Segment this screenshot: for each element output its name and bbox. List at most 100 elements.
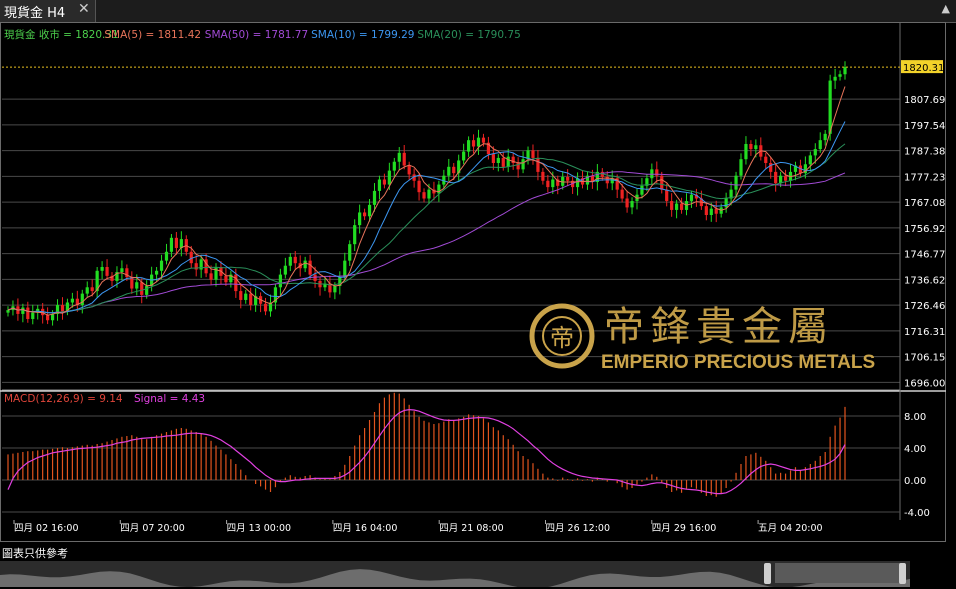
candle-body	[159, 260, 164, 271]
candle-body	[263, 303, 268, 312]
candle-body	[620, 189, 624, 199]
price-legend-item: SMA(5) = 1811.42	[104, 29, 201, 41]
candle-body	[447, 166, 451, 176]
scrollbar-overview	[0, 569, 910, 587]
candle-body	[362, 212, 367, 217]
emperio-logo-text: EMPERIO PRECIOUS METALS	[601, 352, 875, 373]
macd-legend-item: MACD(12,26,9) = 9.14	[4, 393, 123, 405]
candle-body	[105, 266, 109, 276]
candle-body	[521, 159, 525, 170]
last-price-label: 1820.31	[903, 63, 944, 74]
x-tick-label: 四月 29 16:00	[652, 523, 717, 534]
sma-50-line	[7, 171, 846, 314]
candle-body	[234, 274, 238, 292]
candle-body	[21, 307, 25, 314]
candle-body	[566, 176, 570, 181]
candle-body	[818, 140, 822, 150]
candle-body	[783, 175, 788, 181]
candle-body	[739, 159, 743, 176]
candle-body	[833, 76, 837, 81]
scrollbar-right-handle[interactable]	[899, 563, 906, 584]
price-tick-label: 1797.54	[904, 121, 945, 132]
candle-body	[145, 286, 149, 295]
price-tick-label: 1736.62	[904, 275, 945, 286]
candle-body	[278, 274, 282, 288]
candle-body	[85, 287, 89, 294]
candle-body	[387, 170, 391, 185]
candle-body	[630, 201, 634, 208]
scrollbar-selection[interactable]	[775, 563, 905, 583]
chart-scrollbar[interactable]	[0, 561, 910, 587]
sma-5-line	[7, 86, 846, 316]
candle-body	[303, 260, 307, 269]
candle-body	[665, 189, 669, 202]
candle-body	[471, 140, 476, 147]
candle-body	[462, 151, 466, 161]
macd-signal-line	[7, 408, 846, 495]
candle-body	[417, 180, 421, 193]
candle-body	[239, 291, 243, 300]
candle-body	[670, 201, 674, 210]
x-tick-label: 四月 13 00:00	[227, 523, 292, 534]
candle-body	[407, 165, 411, 175]
x-tick-label: 四月 26 12:00	[546, 523, 611, 534]
macd-legend-item: Signal = 4.43	[134, 393, 205, 405]
x-tick-label: 四月 21 08:00	[439, 523, 504, 534]
candle-body	[358, 212, 362, 226]
macd-tick-label: -4.00	[904, 508, 930, 519]
candle-body	[377, 179, 382, 191]
candle-body	[452, 166, 456, 174]
price-tick-label: 1767.08	[904, 198, 945, 209]
candle-body	[704, 206, 708, 215]
emperio-logo-mark: 帝	[550, 324, 574, 352]
candle-body	[660, 175, 664, 190]
candle-body	[422, 192, 426, 199]
candle-body	[506, 156, 510, 167]
candle-body	[100, 266, 104, 271]
x-tick-label: 五月 04 20:00	[758, 523, 823, 534]
candle-body	[214, 266, 218, 280]
candle-body	[392, 161, 396, 171]
x-tick-label: 四月 16 04:00	[333, 523, 398, 534]
price-tick-label: 1756.92	[904, 224, 945, 235]
price-tick-label: 1787.38	[904, 147, 945, 158]
candle-body	[689, 194, 694, 202]
x-tick-label: 四月 02 16:00	[14, 523, 79, 534]
macd-tick-label: 0.00	[904, 476, 926, 487]
candle-body	[140, 282, 144, 295]
candle-body	[823, 133, 827, 141]
candle-body	[174, 237, 178, 248]
price-legend-item: SMA(10) = 1799.29	[311, 29, 414, 41]
candle-body	[224, 275, 228, 283]
candle-body	[154, 270, 159, 275]
candle-body	[625, 198, 629, 208]
price-legend-item: SMA(20) = 1790.75	[417, 29, 520, 41]
candle-body	[90, 287, 94, 292]
price-tick-label: 1777.23	[904, 172, 945, 183]
price-tick-label: 1807.69	[904, 95, 945, 106]
candle-body	[135, 282, 139, 289]
candle-body	[249, 293, 253, 306]
price-legend-item: SMA(50) = 1781.77	[205, 29, 308, 41]
price-chart: 1807.69 1797.54 1787.38 1777.23 1767.08 1756.…	[0, 22, 946, 534]
candle-body	[130, 277, 134, 289]
macd-tick-label: 8.00	[904, 412, 926, 423]
candle-body	[367, 204, 372, 217]
candle-body	[501, 157, 505, 167]
candle-body	[675, 203, 679, 210]
emperio-logo-chinese: 帝鋒貴金屬	[604, 304, 834, 350]
candle-body	[6, 310, 10, 313]
candle-body	[31, 312, 35, 319]
candle-body	[476, 137, 481, 147]
candle-body	[70, 298, 74, 303]
scrollbar-left-handle[interactable]	[764, 563, 771, 584]
candle-body	[26, 307, 30, 319]
candle-body	[531, 150, 535, 158]
candle-body	[466, 140, 471, 152]
candle-body	[353, 225, 357, 245]
candle-body	[496, 157, 500, 164]
candle-body	[724, 198, 728, 208]
price-tick-label: 1746.77	[904, 250, 945, 261]
candle-body	[283, 265, 287, 275]
candle-body	[333, 286, 337, 293]
